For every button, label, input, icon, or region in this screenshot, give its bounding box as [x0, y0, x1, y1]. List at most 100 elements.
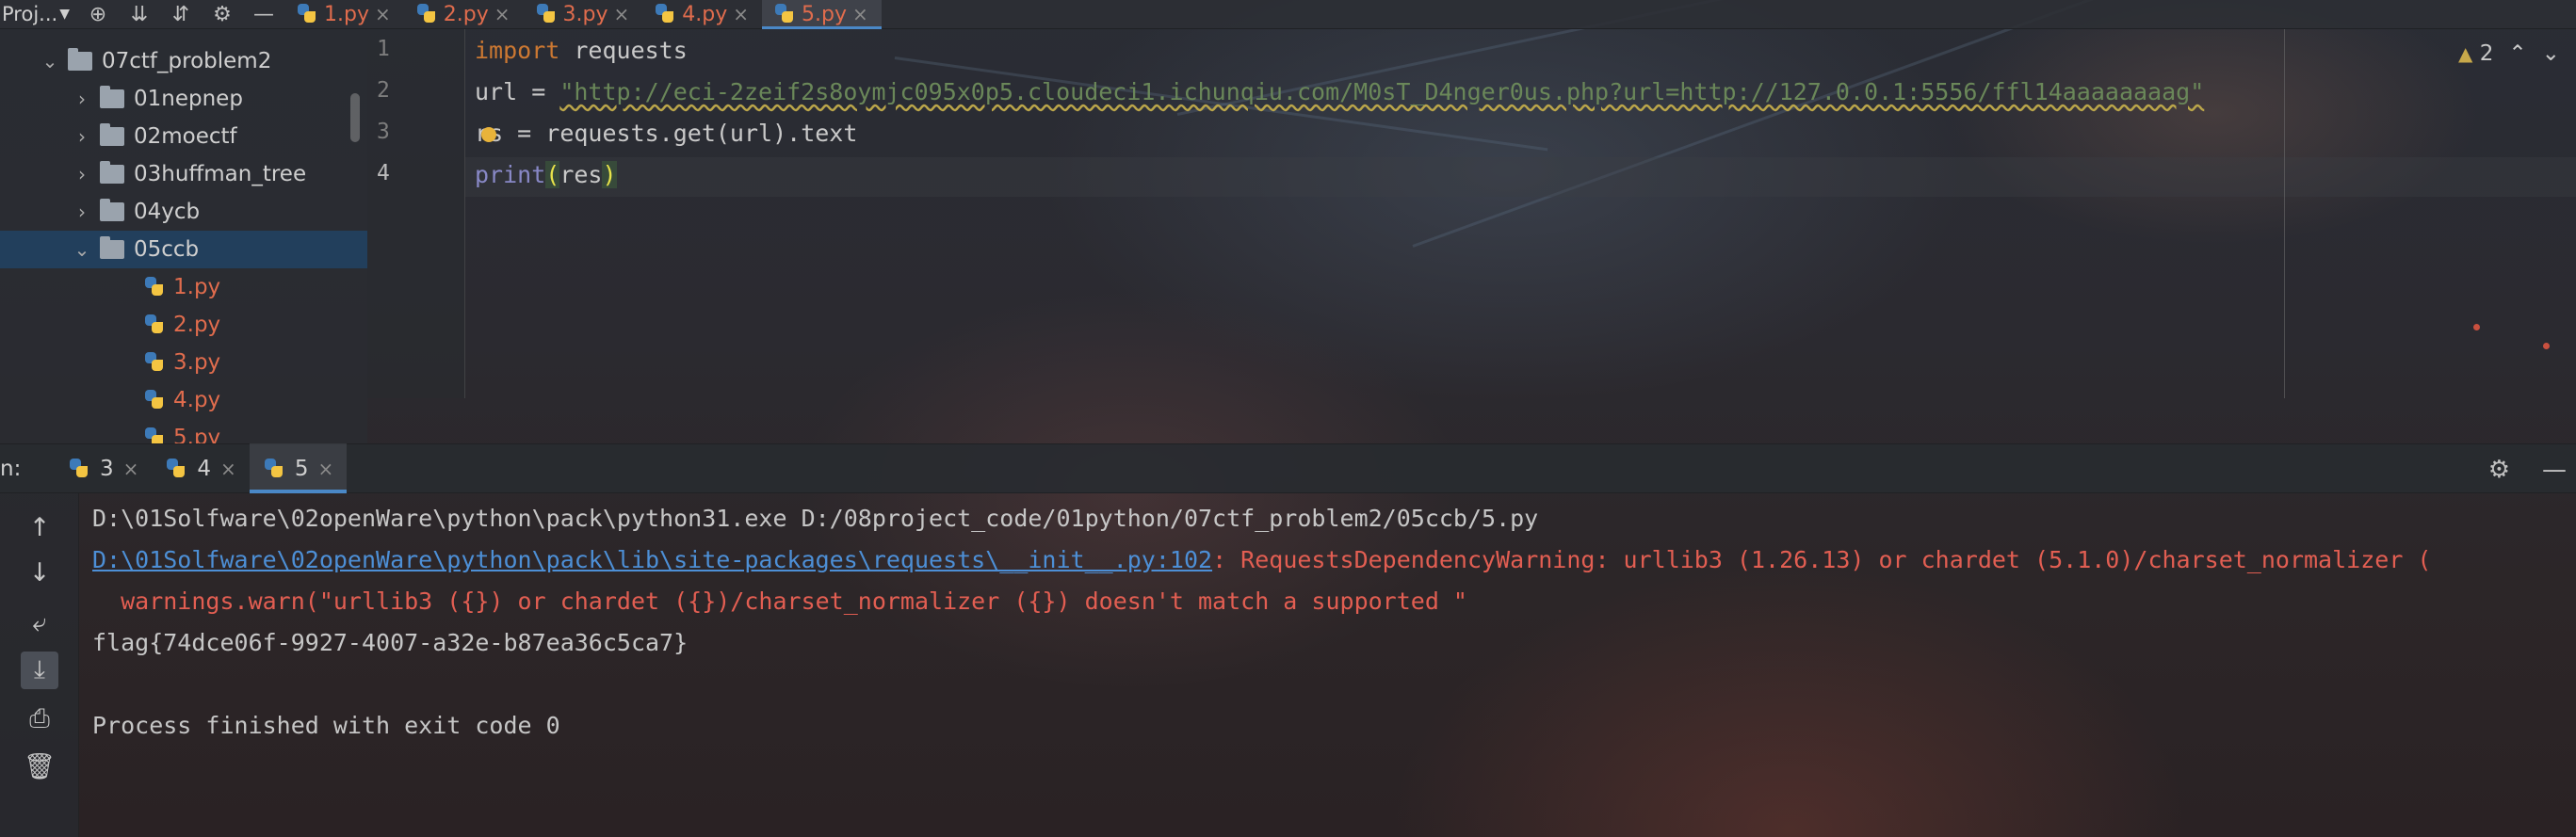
- chevron-down-icon[interactable]: ⌄: [38, 50, 62, 72]
- code-line-1[interactable]: import requests: [475, 31, 688, 69]
- tree-item-label: 04ycb: [134, 200, 201, 224]
- paren-open: (: [545, 160, 560, 188]
- current-line-highlight: [465, 157, 2576, 197]
- soft-wrap-icon[interactable]: ⤶: [21, 604, 58, 642]
- arrow-down-icon[interactable]: ↓: [21, 554, 58, 591]
- folder-icon: [68, 48, 92, 71]
- tree-item-03huffman-tree[interactable]: › 03huffman_tree: [0, 155, 367, 193]
- run-console[interactable]: D:\01Solfware\02openWare\python\pack\pyt…: [79, 493, 2576, 837]
- line-number: 1: [377, 37, 390, 61]
- run-tab-4[interactable]: 4 ×: [152, 443, 249, 493]
- target-icon[interactable]: ⊕: [77, 0, 119, 29]
- run-tab-5[interactable]: 5 ×: [249, 443, 348, 493]
- console-warning-line: D:\01Solfware\02openWare\python\pack\lib…: [92, 540, 2431, 578]
- python-file-icon: [143, 427, 166, 443]
- editor-tab-4[interactable]: 4.py ×: [642, 0, 762, 29]
- arrow-up-icon[interactable]: ↑: [21, 508, 58, 546]
- error-stripe-marker[interactable]: [2543, 343, 2550, 349]
- code-line-4[interactable]: print(res): [475, 155, 617, 193]
- python-file-icon: [415, 3, 438, 25]
- close-icon[interactable]: ×: [613, 3, 629, 25]
- run-panel-header: n: 3 × 4 × 5 × ⚙ —: [0, 443, 2576, 493]
- gear-icon[interactable]: ⚙: [202, 0, 243, 29]
- code-text: s = requests.get(url).text: [489, 119, 858, 147]
- editor-tab-5[interactable]: 5.py ×: [762, 0, 882, 29]
- chevron-down-icon[interactable]: ⌄: [2542, 41, 2560, 66]
- line-number: 3: [377, 120, 390, 144]
- minimize-icon[interactable]: —: [243, 0, 284, 29]
- trash-icon[interactable]: 🗑: [21, 748, 58, 785]
- run-tab-3[interactable]: 3 ×: [55, 443, 152, 493]
- code-editor[interactable]: import requests url = "http://eci-2zeif2…: [465, 29, 2576, 398]
- chevron-down-icon[interactable]: ⌄: [70, 238, 94, 261]
- collapse-all-icon[interactable]: ⇊: [119, 0, 160, 29]
- warning-source-link[interactable]: D:\01Solfware\02openWare\python\pack\lib…: [92, 546, 1212, 573]
- folder-icon: [100, 161, 124, 184]
- python-file-icon: [143, 314, 166, 336]
- tree-item-01nepnep[interactable]: › 01nepnep: [0, 80, 367, 118]
- chevron-right-icon[interactable]: ›: [70, 125, 94, 148]
- folder-icon: [100, 236, 124, 259]
- run-label: n:: [0, 456, 22, 481]
- tab-label: 2.py: [443, 2, 489, 26]
- tree-scrollbar[interactable]: [350, 93, 360, 142]
- tree-item-07ctf-problem2[interactable]: ⌄ 07ctf_problem2: [0, 42, 367, 80]
- tree-item-file-1[interactable]: 1.py: [0, 268, 367, 306]
- tree-item-file-2[interactable]: 2.py: [0, 306, 367, 344]
- python-file-icon: [143, 351, 166, 374]
- code-text: url =: [475, 77, 560, 105]
- console-command-line: D:\01Solfware\02openWare\python\pack\pyt…: [92, 504, 1539, 532]
- tree-item-label: 3.py: [173, 350, 221, 375]
- editor-tab-3[interactable]: 3.py ×: [524, 0, 643, 29]
- editor-tab-2[interactable]: 2.py ×: [404, 0, 524, 29]
- url-string-literal: "http://eci-2zeif2s8oymjc095x0p5.cloudec…: [559, 77, 2205, 105]
- dropdown-arrow-icon: ▼: [59, 7, 70, 22]
- scroll-to-end-icon[interactable]: ⤓: [21, 652, 58, 689]
- tree-item-04ycb[interactable]: › 04ycb: [0, 193, 367, 231]
- code-line-2[interactable]: url = "http://eci-2zeif2s8oymjc095x0p5.c…: [475, 72, 2204, 110]
- code-line-3[interactable]: rs = requests.get(url).text: [475, 114, 857, 152]
- expand-icon[interactable]: ⇵: [160, 0, 202, 29]
- keyword-import: import: [475, 36, 560, 64]
- project-tree: ⌄ 07ctf_problem2 › 01nepnep › 02moectf ›…: [0, 29, 367, 443]
- lightbulb-icon[interactable]: [481, 127, 497, 142]
- gear-icon[interactable]: ⚙: [2488, 456, 2510, 484]
- minimize-icon[interactable]: —: [2542, 456, 2567, 484]
- close-icon[interactable]: ×: [220, 458, 236, 480]
- python-file-icon: [535, 3, 558, 25]
- chevron-right-icon[interactable]: ›: [70, 201, 94, 223]
- chevron-right-icon[interactable]: ›: [70, 88, 94, 110]
- python-file-icon: [143, 276, 166, 298]
- python-file-icon: [296, 3, 318, 25]
- run-panel-tools: ⚙ —: [2488, 444, 2576, 494]
- close-icon[interactable]: ×: [317, 458, 333, 480]
- console-exit-message: Process finished with exit code 0: [92, 711, 560, 739]
- print-icon[interactable]: ⎙: [21, 700, 58, 738]
- folder-icon: [100, 123, 124, 146]
- chevron-right-icon[interactable]: ›: [70, 163, 94, 185]
- chevron-up-icon[interactable]: ⌃: [2508, 41, 2526, 66]
- project-label: Proj...: [2, 3, 58, 25]
- close-icon[interactable]: ×: [123, 458, 139, 480]
- close-icon[interactable]: ×: [494, 3, 510, 25]
- tree-item-file-5[interactable]: 5.py: [0, 419, 367, 443]
- close-icon[interactable]: ×: [375, 3, 391, 25]
- project-dropdown[interactable]: Proj... ▼: [0, 3, 77, 25]
- close-icon[interactable]: ×: [852, 3, 868, 25]
- error-stripe-marker[interactable]: [2473, 324, 2480, 330]
- tab-label: 4.py: [682, 2, 728, 26]
- editor-tab-bar: Proj... ▼ ⊕ ⇊ ⇵ ⚙ — 1.py × 2.py × 3.py ×…: [0, 0, 2576, 29]
- tree-item-label: 5.py: [173, 426, 221, 443]
- tree-item-file-4[interactable]: 4.py: [0, 381, 367, 419]
- python-run-icon: [165, 458, 187, 480]
- tree-item-file-3[interactable]: 3.py: [0, 344, 367, 381]
- warning-count[interactable]: ▲ 2: [2458, 41, 2493, 66]
- line-number: 2: [377, 78, 390, 103]
- inspection-widget[interactable]: ▲ 2 ⌃ ⌄: [2458, 41, 2560, 66]
- editor-tab-1[interactable]: 1.py ×: [284, 0, 404, 29]
- builtin-print: print: [475, 160, 546, 188]
- tab-label: 5.py: [802, 2, 847, 26]
- tree-item-05ccb[interactable]: ⌄ 05ccb: [0, 231, 367, 268]
- tree-item-02moectf[interactable]: › 02moectf: [0, 118, 367, 155]
- close-icon[interactable]: ×: [733, 3, 749, 25]
